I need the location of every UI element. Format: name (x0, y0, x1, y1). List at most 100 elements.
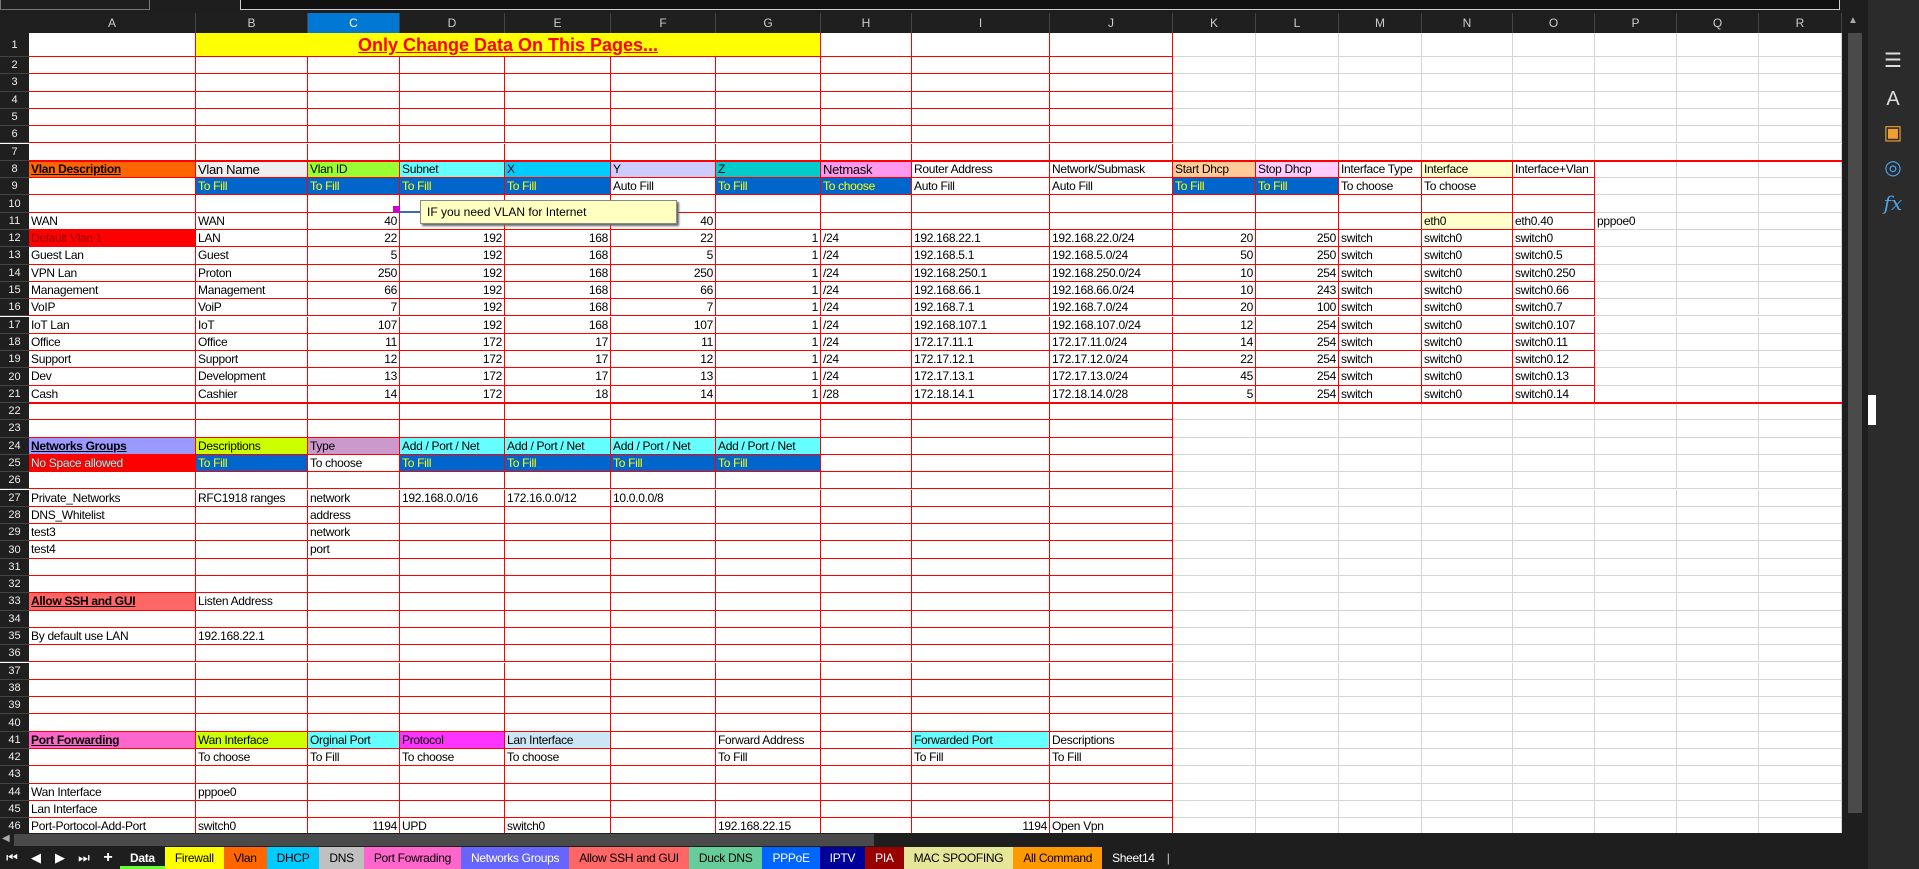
cell-M39[interactable] (1339, 697, 1422, 715)
cell-L41[interactable] (1256, 731, 1339, 749)
properties-icon[interactable]: ☰ (1880, 48, 1906, 74)
cell-A38[interactable] (29, 679, 196, 698)
cell-Q44[interactable] (1677, 783, 1759, 801)
cell-M33[interactable] (1339, 593, 1422, 611)
cell-Q32[interactable] (1677, 576, 1759, 594)
cell-Q40[interactable] (1677, 714, 1759, 732)
cell-L33[interactable] (1256, 593, 1339, 611)
cell-H16[interactable]: /24 (821, 299, 912, 317)
cell-I12[interactable]: 192.168.22.1 (912, 230, 1050, 248)
cell-M16[interactable]: switch (1339, 299, 1422, 317)
row-header[interactable]: 10 (0, 195, 29, 213)
cell-P19[interactable] (1595, 351, 1677, 369)
cell-O11[interactable]: eth0.40 (1513, 212, 1595, 230)
cell-F36[interactable] (611, 645, 716, 663)
cell-N42[interactable] (1422, 749, 1513, 767)
cell-K11[interactable] (1173, 212, 1256, 230)
cell-D45[interactable] (400, 800, 505, 819)
cell-D18[interactable]: 172 (400, 333, 505, 352)
cell-F32[interactable] (611, 576, 716, 594)
cell-G37[interactable] (716, 662, 821, 680)
cell-E39[interactable] (505, 697, 611, 715)
cell-N21[interactable]: switch0 (1422, 385, 1513, 403)
cell-G35[interactable] (716, 627, 821, 646)
cell-A31[interactable] (29, 558, 196, 576)
cell-C5[interactable] (308, 108, 400, 127)
cell-G26[interactable] (716, 472, 821, 490)
cell-R34[interactable] (1759, 610, 1842, 628)
cell-R26[interactable] (1759, 472, 1842, 490)
cell-M19[interactable]: switch (1339, 351, 1422, 369)
cell-H46[interactable] (821, 818, 912, 833)
cell-J40[interactable] (1050, 714, 1173, 732)
cell-O20[interactable]: switch0.13 (1513, 368, 1595, 386)
cell-G43[interactable] (716, 766, 821, 784)
cell-E46[interactable]: switch0 (505, 818, 611, 833)
cell-B31[interactable] (196, 558, 308, 576)
cell-O24[interactable] (1513, 437, 1595, 455)
cell-C2[interactable] (308, 57, 400, 75)
vertical-scrollbar[interactable]: ▲ (1842, 13, 1868, 833)
cell-F5[interactable] (611, 108, 716, 127)
cell-M11[interactable] (1339, 212, 1422, 230)
cell-J20[interactable]: 172.17.13.0/24 (1050, 368, 1173, 386)
first-sheet-icon[interactable]: ⏮ (0, 847, 24, 869)
cell-C28[interactable]: address (308, 506, 400, 525)
cell-I14[interactable]: 192.168.250.1 (912, 264, 1050, 282)
cell-O23[interactable] (1513, 420, 1595, 438)
row-header[interactable]: 11 (0, 212, 29, 230)
cell-B17[interactable]: IoT (196, 316, 308, 334)
cell-K33[interactable] (1173, 593, 1256, 611)
cell-E36[interactable] (505, 645, 611, 663)
cell-R29[interactable] (1759, 524, 1842, 542)
cell-N32[interactable] (1422, 576, 1513, 594)
cell-J24[interactable] (1050, 437, 1173, 455)
row-header[interactable]: 12 (0, 230, 29, 248)
cell-B21[interactable]: Cashier (196, 385, 308, 403)
cell-J39[interactable] (1050, 697, 1173, 715)
cell-C40[interactable] (308, 714, 400, 732)
name-box[interactable] (0, 0, 150, 10)
cell-L14[interactable]: 254 (1256, 264, 1339, 282)
cell-K15[interactable]: 10 (1173, 281, 1256, 300)
cell-M26[interactable] (1339, 472, 1422, 490)
cell-B33[interactable]: Listen Address (196, 593, 308, 611)
tab-vlan[interactable]: Vlan (223, 847, 267, 869)
cell-E17[interactable]: 168 (505, 316, 611, 334)
cell-O7[interactable] (1513, 143, 1595, 161)
cell-P2[interactable] (1595, 57, 1677, 75)
cell-M37[interactable] (1339, 662, 1422, 680)
cell-A36[interactable] (29, 645, 196, 663)
cell-F41[interactable] (611, 731, 716, 749)
cell-B25[interactable]: To Fill (196, 454, 308, 473)
cell-E15[interactable]: 168 (505, 281, 611, 300)
cell-I43[interactable] (912, 766, 1050, 784)
cell-M40[interactable] (1339, 714, 1422, 732)
cell-H20[interactable]: /24 (821, 368, 912, 386)
cell-I13[interactable]: 192.168.5.1 (912, 247, 1050, 265)
cell-C46[interactable]: 1194 (308, 818, 400, 833)
cell-I42[interactable]: To Fill (912, 749, 1050, 767)
cell-H44[interactable] (821, 783, 912, 801)
cell-C8[interactable]: Vlan ID (308, 160, 400, 179)
cell-H1[interactable] (821, 33, 912, 57)
cell-K13[interactable]: 50 (1173, 247, 1256, 265)
cell-R5[interactable] (1759, 108, 1842, 127)
cell-A40[interactable] (29, 714, 196, 732)
cell-N22[interactable] (1422, 403, 1513, 421)
cell-D25[interactable]: To Fill (400, 454, 505, 473)
cell-D32[interactable] (400, 576, 505, 594)
cell-A9[interactable] (29, 178, 196, 196)
cell-M4[interactable] (1339, 91, 1422, 109)
cell-E44[interactable] (505, 783, 611, 801)
cell-G17[interactable]: 1 (716, 316, 821, 334)
cell-O3[interactable] (1513, 74, 1595, 92)
cell-E8[interactable]: X (505, 160, 611, 179)
cell-M42[interactable] (1339, 749, 1422, 767)
cell-Q46[interactable] (1677, 818, 1759, 833)
cell-R18[interactable] (1759, 333, 1842, 352)
cell-N35[interactable] (1422, 627, 1513, 646)
cell-K10[interactable] (1173, 195, 1256, 213)
cell-C17[interactable]: 107 (308, 316, 400, 334)
cell-I11[interactable] (912, 212, 1050, 230)
